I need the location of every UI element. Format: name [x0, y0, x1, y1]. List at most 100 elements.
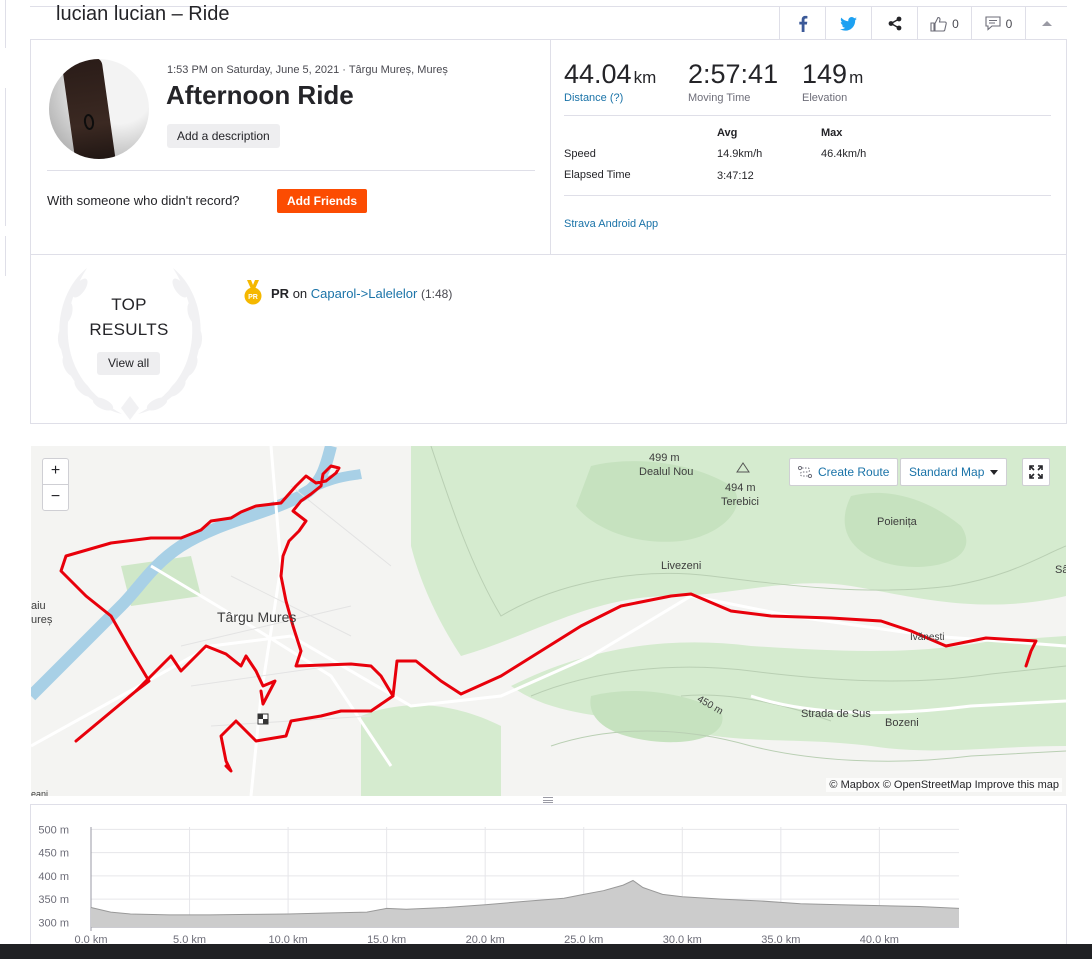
y-tick-label: 450 m	[38, 848, 69, 860]
finish-flag-icon	[257, 713, 269, 725]
map-label-edge-sa: Sâ	[1055, 564, 1066, 576]
map-attribution[interactable]: © Mapbox © OpenStreetMap Improve this ma…	[826, 778, 1062, 792]
map-label-terebici: Terebici	[721, 496, 759, 508]
fullscreen-button[interactable]	[1022, 458, 1050, 486]
segment-link[interactable]: Caparol->Lalelelor	[311, 286, 418, 301]
map-label-edge-bottom: eani	[31, 789, 49, 796]
fullscreen-icon	[1029, 465, 1043, 479]
share-icon	[888, 16, 901, 31]
table-head-avg: Avg	[717, 127, 738, 139]
caret-down-icon	[990, 469, 999, 475]
share-twitter-button[interactable]	[825, 7, 871, 40]
kudos-count: 0	[952, 16, 959, 31]
card-divider	[550, 40, 551, 254]
distance-unit: km	[633, 68, 657, 87]
share-button[interactable]	[871, 7, 917, 40]
create-route-label: Create Route	[818, 465, 890, 479]
create-route-button[interactable]: Create Route	[789, 458, 899, 486]
stat-elevation: 149 m Elevation	[802, 59, 863, 104]
route-map[interactable]: Târgu Mureș 499 m Dealul Nou 494 m Tereb…	[31, 446, 1066, 796]
elapsed-time-label: Elapsed Time	[564, 169, 631, 181]
table-head-max: Max	[821, 127, 843, 139]
thumbs-up-icon	[930, 16, 947, 32]
comment-count: 0	[1005, 16, 1013, 31]
add-friends-button[interactable]: Add Friends	[277, 189, 368, 213]
map-label-ivanesti: Ivănești	[910, 632, 945, 643]
map-label-edge-left-1: aiu	[31, 600, 46, 612]
athlete-avatar[interactable]	[49, 59, 149, 159]
pr-medal-label: PR	[248, 294, 258, 301]
stat-distance: 44.04 km Distance (?)	[564, 59, 656, 104]
map-resize-handle[interactable]	[543, 797, 553, 803]
top-result-item: PR PR on Caparol->Lalelelor (1:48)	[243, 280, 452, 306]
map-type-label: Standard Map	[909, 465, 985, 479]
speed-max: 46.4km/h	[821, 148, 867, 160]
stat-moving-time: 2:57:41 Moving Time	[688, 59, 778, 104]
map-label-bozeni: Bozeni	[885, 717, 919, 729]
elevation-chart-panel: 500 m 450 m 400 m 350 m 300 m 0.0 km 5.0 km 10.…	[30, 804, 1067, 946]
elapsed-time-value: 3:47:12	[717, 170, 754, 182]
pr-on: on	[292, 285, 308, 301]
elevation-value: 149	[802, 59, 848, 89]
with-someone-text: With someone who didn't record?	[47, 193, 240, 208]
speed-label: Speed	[564, 148, 596, 160]
elevation-unit: m	[849, 68, 864, 87]
avatar-photo-arm	[61, 59, 117, 159]
card-divider	[31, 254, 1066, 255]
page: { "header": { "title": "lucian lucian – …	[0, 0, 1092, 959]
y-tick-label: 500 m	[38, 824, 69, 836]
map-label-edge-left-2: ureș	[31, 614, 53, 626]
comment-button[interactable]: 0	[971, 7, 1025, 40]
activity-summary-card: 1:53 PM on Saturday, June 5, 2021 · Târg…	[30, 40, 1067, 424]
map-label-dealul-nou-height: 499 m	[649, 452, 680, 464]
speed-avg: 14.9km/h	[717, 148, 763, 160]
map-label-terebici-height: 494 m	[725, 482, 756, 494]
page-title: lucian lucian – Ride	[56, 3, 230, 25]
outer-sidebar-edge	[0, 88, 6, 226]
pr-label: PR	[271, 285, 290, 301]
outer-sidebar-edge	[0, 0, 6, 48]
y-tick-label: 350 m	[38, 894, 69, 906]
device-link[interactable]: Strava Android App	[564, 218, 658, 230]
top-results-heading: TOP RESULTS	[49, 292, 209, 342]
top-results-line2: RESULTS	[89, 320, 169, 339]
share-facebook-button[interactable]	[779, 7, 825, 40]
y-tick-label: 400 m	[38, 871, 69, 883]
elevation-label: Elevation	[802, 92, 848, 104]
section-divider	[564, 195, 1051, 196]
add-description-button[interactable]: Add a description	[167, 124, 280, 148]
elevation-area[interactable]	[91, 880, 959, 928]
outer-sidebar-edge	[0, 236, 6, 276]
collapse-button[interactable]	[1025, 7, 1067, 40]
map-label-livezeni: Livezeni	[661, 560, 702, 572]
chevron-up-icon	[1041, 21, 1052, 26]
map-label-dealul-nou: Dealul Nou	[639, 466, 694, 478]
distance-label-link[interactable]: Distance (?)	[564, 92, 656, 104]
map-label-city: Târgu Mureș	[217, 609, 297, 625]
activity-title: Afternoon Ride	[166, 80, 354, 110]
elevation-chart: 500 m450 m400 m350 m300 m0.0 km 5.0 km 10.…	[38, 824, 960, 946]
view-all-button[interactable]: View all	[97, 352, 161, 375]
section-divider	[47, 170, 535, 171]
header-actions: 0 0	[779, 7, 1067, 40]
map-label-poienita: Poienița	[877, 516, 917, 528]
comment-icon	[985, 16, 1001, 31]
activity-header: lucian lucian – Ride 0 0	[30, 3, 1067, 40]
route-icon	[798, 466, 812, 478]
activity-date-location: 1:53 PM on Saturday, June 5, 2021 · Târg…	[167, 64, 448, 76]
zoom-out-button[interactable]: −	[43, 485, 68, 511]
moving-time-label: Moving Time	[688, 92, 751, 104]
facebook-icon	[798, 15, 807, 32]
twitter-icon	[840, 16, 857, 31]
kudos-button[interactable]: 0	[917, 7, 971, 40]
segment-time: (1:48)	[421, 286, 453, 301]
map-type-select[interactable]: Standard Map	[900, 458, 1008, 486]
zoom-controls: + −	[42, 458, 69, 511]
distance-value: 44.04	[564, 59, 632, 89]
section-divider	[564, 115, 1051, 116]
moving-time-value: 2:57:41	[688, 59, 779, 89]
zoom-in-button[interactable]: +	[43, 459, 68, 485]
top-results-line1: TOP	[111, 295, 147, 314]
pr-medal-icon: PR	[244, 280, 262, 305]
map-canvas	[31, 446, 1066, 796]
